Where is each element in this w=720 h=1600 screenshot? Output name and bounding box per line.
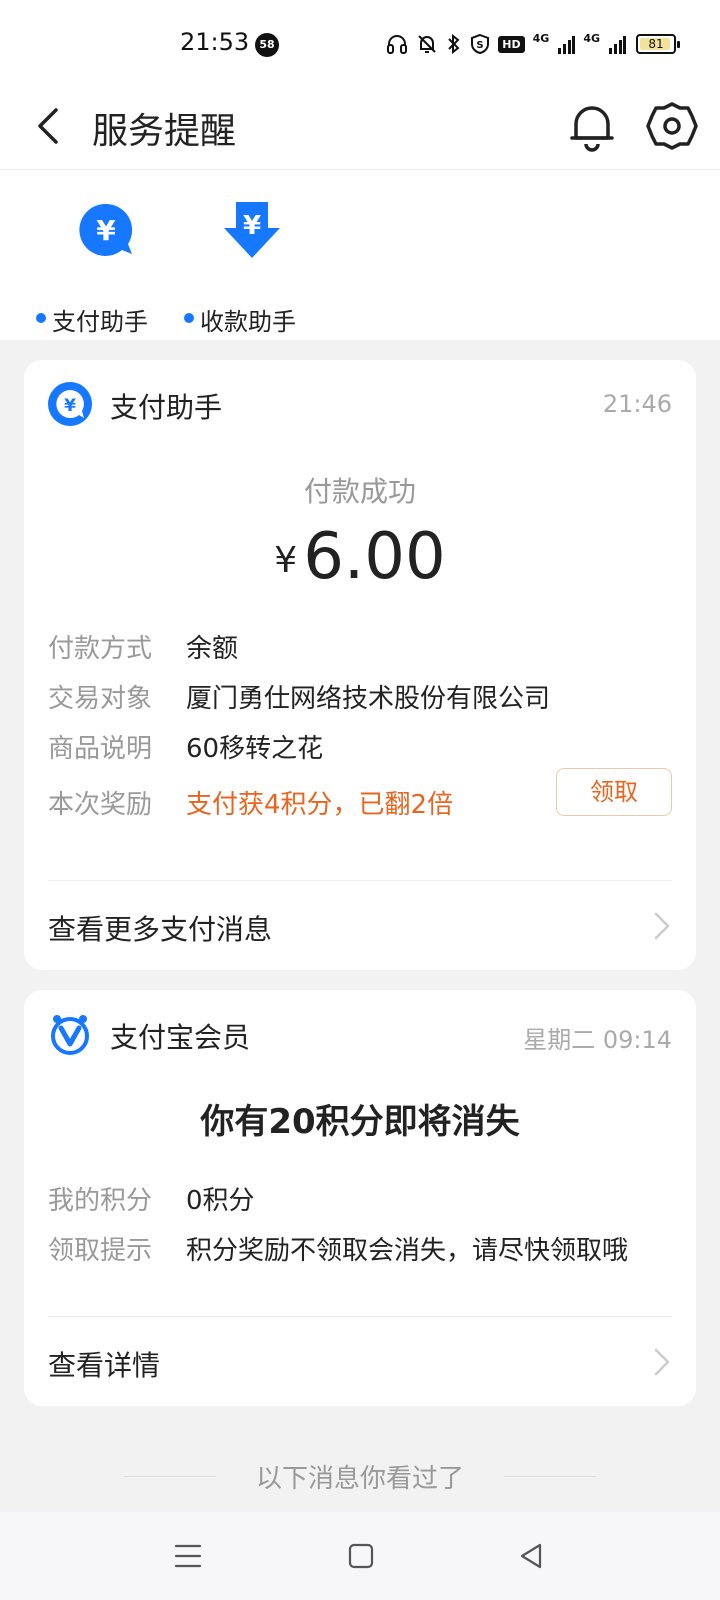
app-header: 服务提醒 — [0, 84, 720, 170]
battery-icon: 81 — [636, 34, 680, 54]
detail-row: 付款方式 余额 — [48, 628, 672, 668]
detail-key: 我的积分 — [48, 1186, 153, 1216]
signal-4g-icon-2: 4G — [583, 31, 600, 45]
notification-bell-button[interactable] — [564, 98, 620, 154]
member-message-card[interactable]: 支付宝会员 星期二 09:14 你有20积分即将消失 我的积分 0积分 领取提示… — [24, 990, 696, 1406]
divider — [48, 1316, 672, 1317]
detail-row: 领取提示 积分奖励不领取会消失，请尽快领取哦 — [48, 1230, 672, 1270]
detail-key: 商品说明 — [48, 734, 153, 764]
detail-key: 领取提示 — [48, 1236, 153, 1266]
shield-s-icon: S — [471, 33, 490, 55]
detail-row: 商品说明 60移转之花 — [48, 728, 672, 768]
member-details-link[interactable]: 查看详情 — [48, 1332, 672, 1392]
gear-icon — [646, 102, 698, 150]
back-triangle-icon — [520, 1543, 542, 1569]
yuan-down-arrow-icon: ¥ — [224, 202, 280, 258]
member-headline: 你有20积分即将消失 — [200, 1102, 520, 1142]
battery-level: 81 — [648, 37, 664, 51]
notification-count-badge: 58 — [255, 33, 279, 57]
more-link-label: 查看更多支付消息 — [48, 913, 273, 946]
signal-bars-icon-1 — [558, 36, 576, 54]
detail-key: 交易对象 — [48, 684, 153, 714]
detail-value: 积分奖励不领取会消失，请尽快领取哦 — [186, 1236, 629, 1266]
detail-row: 我的积分 0积分 — [48, 1180, 672, 1220]
assistant-receive-helper[interactable]: ¥ 收款助手 — [184, 202, 314, 336]
card-title: 支付助手 — [110, 391, 223, 424]
chevron-right-icon — [654, 1348, 670, 1376]
payment-message-card[interactable]: ¥ 支付助手 21:46 付款成功 ¥6.00 付款方式 余额 交易对象 厦门勇… — [24, 360, 696, 970]
yuan-chat-icon: ¥ — [79, 203, 133, 256]
card-time: 21:46 — [602, 390, 672, 418]
status-time: 21:53 — [180, 28, 250, 56]
more-link-label: 查看详情 — [48, 1349, 161, 1382]
more-payment-messages-link[interactable]: 查看更多支付消息 — [48, 896, 672, 956]
seen-messages-divider: 以下消息你看过了 — [0, 1458, 720, 1498]
svg-text:¥: ¥ — [64, 396, 76, 416]
signal-4g-icon-1: 4G — [532, 31, 550, 45]
payment-status: 付款成功 — [303, 475, 416, 508]
payment-amount-block: ¥6.00 — [24, 520, 696, 594]
detail-value: 余额 — [186, 634, 239, 664]
home-square-icon — [348, 1543, 374, 1569]
menu-nav-button[interactable] — [168, 1536, 208, 1576]
menu-icon — [174, 1544, 202, 1568]
mute-bell-icon — [418, 35, 436, 53]
back-nav-button[interactable] — [512, 1536, 552, 1576]
seen-messages-label: 以下消息你看过了 — [255, 1464, 464, 1494]
system-nav-bar — [0, 1512, 720, 1600]
detail-row-reward: 本次奖励 支付获4积分，已翻2倍 领取 — [48, 768, 672, 824]
member-crown-icon — [51, 1015, 89, 1055]
status-bar: 21:53 58 S HD 4G 4G 81 — [0, 0, 720, 84]
chevron-right-icon — [654, 912, 670, 940]
divider-line-right — [504, 1476, 596, 1477]
back-icon — [38, 108, 58, 144]
page-title: 服务提醒 — [92, 111, 237, 152]
bell-icon — [570, 106, 614, 152]
detail-value: 厦门勇仕网络技术股份有限公司 — [186, 684, 551, 714]
detail-key: 付款方式 — [48, 634, 153, 664]
status-icons: S HD 4G 4G 81 — [386, 28, 680, 60]
assistant-label: 收款助手 — [200, 308, 296, 336]
hd-icon: HD — [498, 35, 525, 53]
assistant-label: 支付助手 — [52, 308, 148, 336]
card-time: 星期二 09:14 — [523, 1026, 672, 1054]
svg-text:S: S — [477, 40, 484, 51]
payment-amount: 6.00 — [303, 520, 446, 594]
divider — [48, 880, 672, 881]
pay-helper-avatar-icon: ¥ — [48, 382, 92, 426]
svg-text:¥: ¥ — [243, 211, 261, 241]
assistant-pay-helper[interactable]: ¥ 支付助手 — [36, 202, 166, 336]
svg-text:¥: ¥ — [96, 214, 116, 247]
detail-row: 交易对象 厦门勇仕网络技术股份有限公司 — [48, 678, 672, 718]
claim-button[interactable]: 领取 — [556, 768, 672, 816]
detail-key: 本次奖励 — [48, 790, 153, 820]
assistant-shortcuts: ¥ 支付助手 ¥ 收款助手 — [0, 170, 720, 340]
signal-bars-icon-2 — [609, 36, 626, 54]
headphones-icon — [387, 35, 408, 54]
detail-value: 0积分 — [186, 1186, 255, 1216]
card-title: 支付宝会员 — [110, 1021, 251, 1054]
back-button[interactable] — [28, 98, 76, 154]
settings-button[interactable] — [644, 98, 700, 154]
currency-symbol: ¥ — [274, 540, 298, 581]
reward-value: 支付获4积分，已翻2倍 — [186, 790, 454, 820]
detail-value: 60移转之花 — [186, 734, 324, 764]
bluetooth-icon — [448, 33, 460, 55]
unread-dot — [36, 313, 46, 323]
home-nav-button[interactable] — [340, 1536, 380, 1576]
unread-dot — [184, 313, 194, 323]
